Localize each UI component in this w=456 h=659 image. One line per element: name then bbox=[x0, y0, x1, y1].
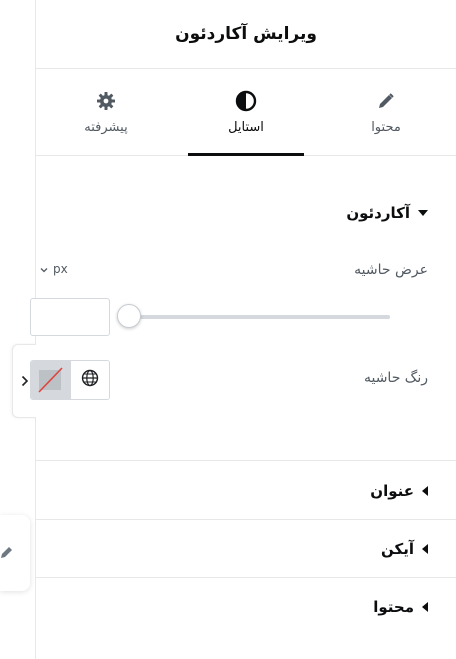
panel-header: ویرایش آکاردئون bbox=[36, 0, 456, 69]
caret-down-icon bbox=[418, 210, 428, 216]
section-title: آیکن bbox=[381, 539, 414, 558]
unit-value: px bbox=[53, 262, 68, 276]
global-colors-button[interactable] bbox=[71, 361, 109, 399]
caret-left-icon bbox=[422, 485, 428, 496]
section-title: آکاردئون bbox=[346, 204, 410, 222]
tab-label: استایل bbox=[228, 119, 264, 135]
globe-icon bbox=[81, 369, 99, 391]
section-toggle-icon[interactable]: آیکن bbox=[36, 520, 456, 578]
pencil-icon bbox=[0, 544, 14, 563]
border-width-slider-track[interactable] bbox=[131, 315, 390, 319]
chevron-right-icon bbox=[21, 372, 29, 391]
caret-left-icon bbox=[422, 601, 428, 612]
section-toggle-title[interactable]: عنوان bbox=[36, 462, 456, 520]
section-title: عنوان bbox=[370, 481, 414, 500]
panel-tabs: محتوا استایل پیشرفته bbox=[36, 69, 456, 156]
gear-icon bbox=[96, 90, 116, 112]
border-width-slider-thumb[interactable] bbox=[117, 304, 141, 328]
tab-advanced[interactable]: پیشرفته bbox=[36, 69, 176, 155]
caret-left-icon bbox=[422, 543, 428, 554]
border-width-label: عرض حاشیه bbox=[354, 262, 428, 278]
section-title: محتوا bbox=[373, 597, 414, 616]
tab-label: پیشرفته bbox=[84, 119, 128, 135]
border-width-input[interactable] bbox=[30, 298, 110, 336]
tab-style[interactable]: استایل bbox=[176, 69, 316, 156]
contrast-icon bbox=[235, 90, 257, 112]
tab-label: محتوا bbox=[371, 119, 401, 135]
border-color-label: رنگ حاشیه bbox=[363, 370, 428, 386]
tab-content[interactable]: محتوا bbox=[316, 69, 456, 155]
pencil-icon bbox=[377, 90, 395, 112]
border-color-picker bbox=[30, 360, 110, 400]
unit-select[interactable]: px bbox=[40, 262, 68, 276]
section-toggle-accordion[interactable]: آکاردئون bbox=[346, 204, 428, 222]
section-toggle-content[interactable]: محتوا bbox=[36, 578, 456, 635]
color-swatch-empty[interactable] bbox=[31, 361, 71, 399]
floating-edit-button[interactable] bbox=[0, 515, 30, 591]
panel-title: ویرایش آکاردئون bbox=[175, 24, 317, 44]
chevron-down-icon bbox=[40, 262, 48, 276]
